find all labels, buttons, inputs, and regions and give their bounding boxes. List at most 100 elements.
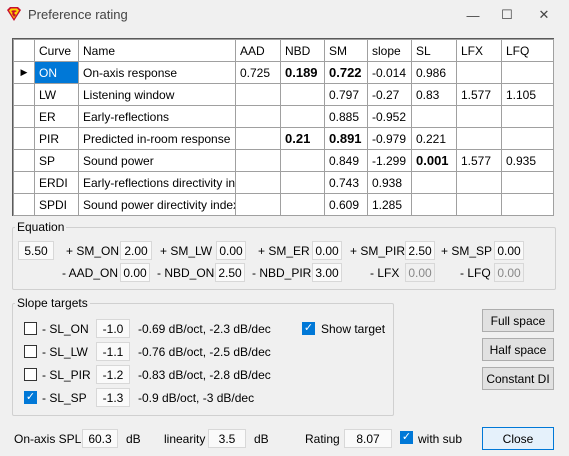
cell-lfx[interactable] <box>456 105 502 128</box>
cell-aad[interactable] <box>235 105 281 128</box>
row-header-cell[interactable] <box>13 127 35 150</box>
cell-lfq[interactable]: 0.935 <box>501 149 554 172</box>
cell-name[interactable]: On-axis response <box>78 61 236 84</box>
sl-pir-checkbox[interactable] <box>24 368 37 381</box>
cell-nbd[interactable] <box>280 149 325 172</box>
close-button[interactable]: Close <box>482 427 554 450</box>
table-row[interactable]: ▶ ON On-axis response 0.725 0.189 0.722 … <box>13 61 554 84</box>
cell-lfx[interactable] <box>456 171 502 194</box>
table-row[interactable]: ERDI Early-reflections directivity index… <box>13 171 554 194</box>
cell-curve[interactable]: ERDI <box>34 171 79 194</box>
cell-name[interactable]: Listening window <box>78 83 236 106</box>
sl-sp-field[interactable]: -1.3 <box>96 388 130 407</box>
cell-lfq[interactable] <box>501 105 554 128</box>
column-header-slope[interactable]: slope <box>367 39 412 62</box>
aad-on-field[interactable]: 0.00 <box>120 263 150 282</box>
column-header-lfx[interactable]: LFX <box>456 39 502 62</box>
maximize-button[interactable]: ☐ <box>490 0 524 30</box>
cell-nbd[interactable]: 0.189 <box>280 61 325 84</box>
column-header-name[interactable]: Name <box>78 39 236 62</box>
cell-aad[interactable] <box>235 149 281 172</box>
cell-sm[interactable]: 0.743 <box>324 171 368 194</box>
sm-pir-field[interactable]: 2.50 <box>405 241 435 260</box>
nbd-pir-field[interactable]: 3.00 <box>312 263 342 282</box>
cell-slope[interactable]: 0.938 <box>367 171 412 194</box>
cell-lfq[interactable] <box>501 127 554 150</box>
cell-name[interactable]: Predicted in-room response <box>78 127 236 150</box>
column-header-nbd[interactable]: NBD <box>280 39 325 62</box>
cell-lfx[interactable]: 1.577 <box>456 83 502 106</box>
cell-curve[interactable]: PIR <box>34 127 79 150</box>
cell-slope[interactable]: -0.952 <box>367 105 412 128</box>
cell-nbd[interactable] <box>280 83 325 106</box>
cell-aad[interactable]: 0.725 <box>235 61 281 84</box>
column-header-curve[interactable]: Curve <box>34 39 79 62</box>
close-window-button[interactable]: ✕ <box>527 0 561 30</box>
cell-sl[interactable]: 0.986 <box>411 61 457 84</box>
sl-pir-field[interactable]: -1.2 <box>96 365 130 384</box>
cell-sl[interactable]: 0.83 <box>411 83 457 106</box>
cell-nbd[interactable] <box>280 105 325 128</box>
row-header-cell[interactable] <box>13 105 35 128</box>
cell-curve[interactable]: LW <box>34 83 79 106</box>
cell-sm[interactable]: 0.891 <box>324 127 368 150</box>
cell-name[interactable]: Early-reflections directivity index <box>78 171 236 194</box>
cell-sl[interactable] <box>411 171 457 194</box>
sl-sp-checkbox[interactable]: ✓ <box>24 391 37 404</box>
cell-name[interactable]: Sound power <box>78 149 236 172</box>
sl-on-checkbox[interactable] <box>24 322 37 335</box>
cell-sm[interactable]: 0.722 <box>324 61 368 84</box>
cell-sl[interactable]: 0.221 <box>411 127 457 150</box>
cell-curve[interactable]: SP <box>34 149 79 172</box>
cell-curve[interactable]: ER <box>34 105 79 128</box>
cell-lfq[interactable] <box>501 171 554 194</box>
cell-slope[interactable]: -0.27 <box>367 83 412 106</box>
table-row[interactable]: LW Listening window 0.797 -0.27 0.83 1.5… <box>13 83 554 106</box>
table-row[interactable]: ER Early-reflections 0.885 -0.952 <box>13 105 554 128</box>
cell-lfx[interactable] <box>456 193 502 216</box>
column-header-lfq[interactable]: LFQ <box>501 39 554 62</box>
linearity-field[interactable]: 3.5 <box>208 429 246 448</box>
cell-lfx[interactable] <box>456 127 502 150</box>
cell-slope[interactable]: -0.979 <box>367 127 412 150</box>
cell-name[interactable]: Sound power directivity index <box>78 193 236 216</box>
cell-nbd[interactable] <box>280 193 325 216</box>
with-sub-checkbox[interactable]: ✓ <box>400 431 413 444</box>
cell-name[interactable]: Early-reflections <box>78 105 236 128</box>
full-space-button[interactable]: Full space <box>482 309 554 332</box>
cell-slope[interactable]: -0.014 <box>367 61 412 84</box>
sl-lw-field[interactable]: -1.1 <box>96 342 130 361</box>
lfq-field[interactable]: 0.00 <box>494 263 524 282</box>
cell-aad[interactable] <box>235 171 281 194</box>
half-space-button[interactable]: Half space <box>482 338 554 361</box>
cell-aad[interactable] <box>235 83 281 106</box>
cell-sl[interactable] <box>411 105 457 128</box>
cell-lfq[interactable] <box>501 61 554 84</box>
lfx-field[interactable]: 0.00 <box>405 263 435 282</box>
sm-er-field[interactable]: 0.00 <box>312 241 342 260</box>
cell-lfq[interactable]: 1.105 <box>501 83 554 106</box>
cell-slope[interactable]: 1.285 <box>367 193 412 216</box>
cell-sm[interactable]: 0.797 <box>324 83 368 106</box>
rating-field[interactable]: 8.07 <box>344 429 392 448</box>
cell-lfx[interactable] <box>456 61 502 84</box>
sl-on-field[interactable]: -1.0 <box>96 319 130 338</box>
table-row[interactable]: SP Sound power 0.849 -1.299 0.001 1.577 … <box>13 149 554 172</box>
constant-field[interactable]: 5.50 <box>18 241 54 260</box>
row-header-cell[interactable] <box>13 149 35 172</box>
cell-sm[interactable]: 0.849 <box>324 149 368 172</box>
cell-slope[interactable]: -1.299 <box>367 149 412 172</box>
cell-curve[interactable]: SPDI <box>34 193 79 216</box>
spl-field[interactable]: 60.3 <box>82 429 118 448</box>
sm-on-field[interactable]: 2.00 <box>120 241 152 260</box>
cell-nbd[interactable]: 0.21 <box>280 127 325 150</box>
cell-sm[interactable]: 0.885 <box>324 105 368 128</box>
sm-sp-field[interactable]: 0.00 <box>494 241 524 260</box>
row-header-cell[interactable] <box>13 171 35 194</box>
table-row[interactable]: PIR Predicted in-room response 0.21 0.89… <box>13 127 554 150</box>
cell-aad[interactable] <box>235 127 281 150</box>
cell-lfx[interactable]: 1.577 <box>456 149 502 172</box>
row-header-cell[interactable] <box>13 193 35 216</box>
cell-sl[interactable]: 0.001 <box>411 149 457 172</box>
cell-nbd[interactable] <box>280 171 325 194</box>
